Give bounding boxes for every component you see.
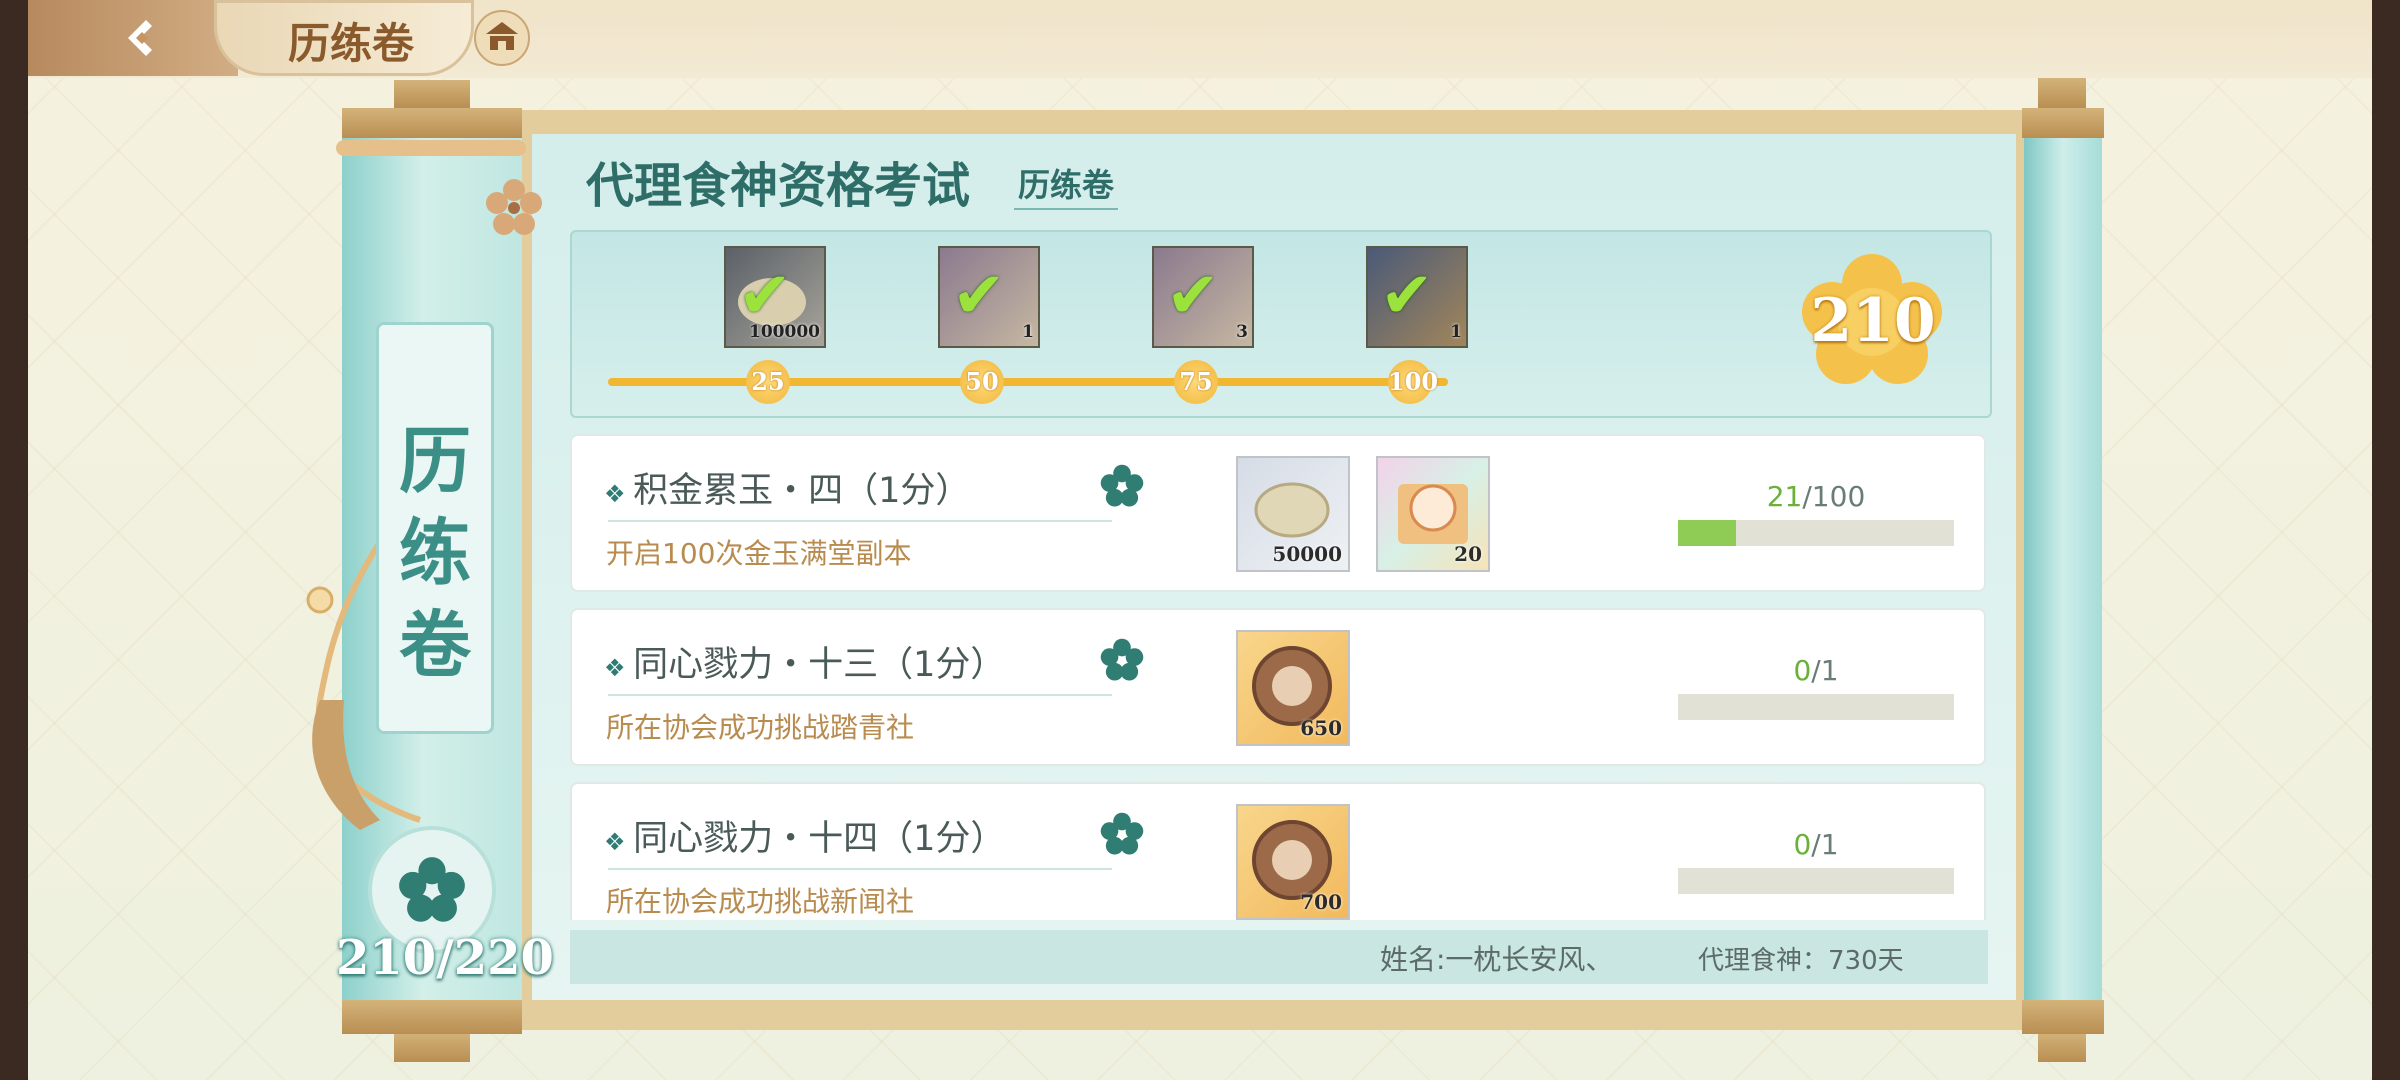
task-progress-bar <box>1678 868 1954 894</box>
pavilion-icon[interactable] <box>472 8 532 68</box>
rod-cap-bottom-right <box>2038 1032 2086 1062</box>
page-title-tab: 历练卷 <box>214 0 474 76</box>
back-arrow-icon <box>128 20 152 56</box>
milestone-reward-3[interactable]: ✔ 3 <box>1152 246 1254 348</box>
progress-current: 21 <box>1766 480 1803 513</box>
flower-ornament-icon <box>486 179 542 235</box>
milestone-qty: 100000 <box>749 322 820 342</box>
milestone-node: 25 <box>746 360 790 404</box>
footer-bar: 姓名:一枕长安风、 代理食神：730天 <box>570 930 1988 984</box>
reward-item[interactable]: 50000 <box>1236 456 1350 572</box>
claimed-check-icon: ✔ <box>1380 259 1434 333</box>
rod-cap-top-right <box>2038 78 2086 108</box>
back-button[interactable] <box>28 0 238 76</box>
task-list[interactable]: 积金累玉・四（1分） 开启100次金玉满堂副本 50000 20 21/100 … <box>570 434 1986 920</box>
divider <box>608 694 1112 696</box>
reward-qty: 20 <box>1454 542 1482 566</box>
milestone-track <box>608 378 1448 386</box>
flower-icon <box>399 857 465 922</box>
task-desc: 所在协会成功挑战踏青社 <box>606 711 915 744</box>
task-progress-bar <box>1678 520 1954 546</box>
milestone-reward-2[interactable]: ✔ 1 <box>938 246 1040 348</box>
flower-icon <box>1100 638 1144 681</box>
exam-subtitle: 历练卷 <box>1014 160 1119 210</box>
task-progress-text: 0/1 <box>1678 828 1954 861</box>
milestone-node: 75 <box>1174 360 1218 404</box>
task-name: 同心戮力・十四（1分） <box>604 810 1005 861</box>
milestone-reward-1[interactable]: ✔ 100000 <box>724 246 826 348</box>
exam-score: 210 <box>1810 286 1936 356</box>
page-title: 历练卷 <box>288 19 415 68</box>
milestone-qty: 1 <box>1022 322 1034 342</box>
flower-icon <box>1100 464 1144 507</box>
task-name: 积金累玉・四（1分） <box>604 462 970 513</box>
claimed-check-icon: ✔ <box>952 259 1006 333</box>
side-title-panel: 历练卷 <box>376 322 494 734</box>
ribbon <box>336 140 526 156</box>
rod-band-top-right <box>2022 108 2104 138</box>
task-row[interactable]: 同心戮力・十三（1分） 所在协会成功挑战踏青社 650 0/1 <box>570 608 1986 766</box>
scroll-rod-right <box>2024 138 2102 1000</box>
divider <box>608 520 1112 522</box>
reward-qty: 50000 <box>1272 542 1342 566</box>
progress-total: /100 <box>1802 480 1866 513</box>
rod-band-top-left <box>342 108 522 138</box>
rod-band-bottom-left <box>342 1000 522 1034</box>
reward-item[interactable]: 650 <box>1236 630 1350 746</box>
task-name: 同心戮力・十三（1分） <box>604 636 1005 687</box>
side-title: 历练卷 <box>398 418 471 687</box>
exam-title-text: 代理食神资格考试 <box>586 158 971 214</box>
progress-fill <box>1678 520 1736 546</box>
milestone-reward-4[interactable]: ✔ 1 <box>1366 246 1468 348</box>
rod-cap-bottom-left <box>394 1032 470 1062</box>
reward-qty: 700 <box>1300 890 1342 914</box>
task-progress-text: 21/100 <box>1678 480 1954 513</box>
reward-item[interactable]: 700 <box>1236 804 1350 920</box>
progress-total: /1 <box>1811 828 1839 861</box>
task-row[interactable]: 积金累玉・四（1分） 开启100次金玉满堂副本 50000 20 21/100 <box>570 434 1986 592</box>
task-desc: 所在协会成功挑战新闻社 <box>606 885 915 918</box>
reward-qty: 650 <box>1300 716 1342 740</box>
total-progress: 210/220 <box>336 930 554 986</box>
progress-current: 0 <box>1793 828 1812 861</box>
progress-total: /1 <box>1811 654 1839 687</box>
milestone-qty: 3 <box>1236 322 1248 342</box>
rod-cap-top-left <box>394 80 470 108</box>
milestone-node: 100 <box>1388 360 1438 404</box>
task-progress-bar <box>1678 694 1954 720</box>
milestone-node: 50 <box>960 360 1004 404</box>
progress-current: 0 <box>1793 654 1812 687</box>
task-progress-text: 0/1 <box>1678 654 1954 687</box>
reward-item[interactable]: 20 <box>1376 456 1490 572</box>
player-name: 姓名:一枕长安风、 <box>1380 943 1614 976</box>
milestone-qty: 1 <box>1450 322 1462 342</box>
claimed-check-icon: ✔ <box>738 259 792 333</box>
claimed-check-icon: ✔ <box>1166 259 1220 333</box>
divider <box>608 868 1112 870</box>
task-desc: 开启100次金玉满堂副本 <box>606 537 912 570</box>
flower-icon <box>1100 812 1144 855</box>
rod-band-bottom-right <box>2022 1000 2104 1034</box>
task-row[interactable]: 同心戮力・十四（1分） 所在协会成功挑战新闻社 700 0/1 <box>570 782 1986 920</box>
chef-days: 代理食神：730天 <box>1698 946 1904 976</box>
exam-title: 代理食神资格考试 <box>586 146 970 216</box>
